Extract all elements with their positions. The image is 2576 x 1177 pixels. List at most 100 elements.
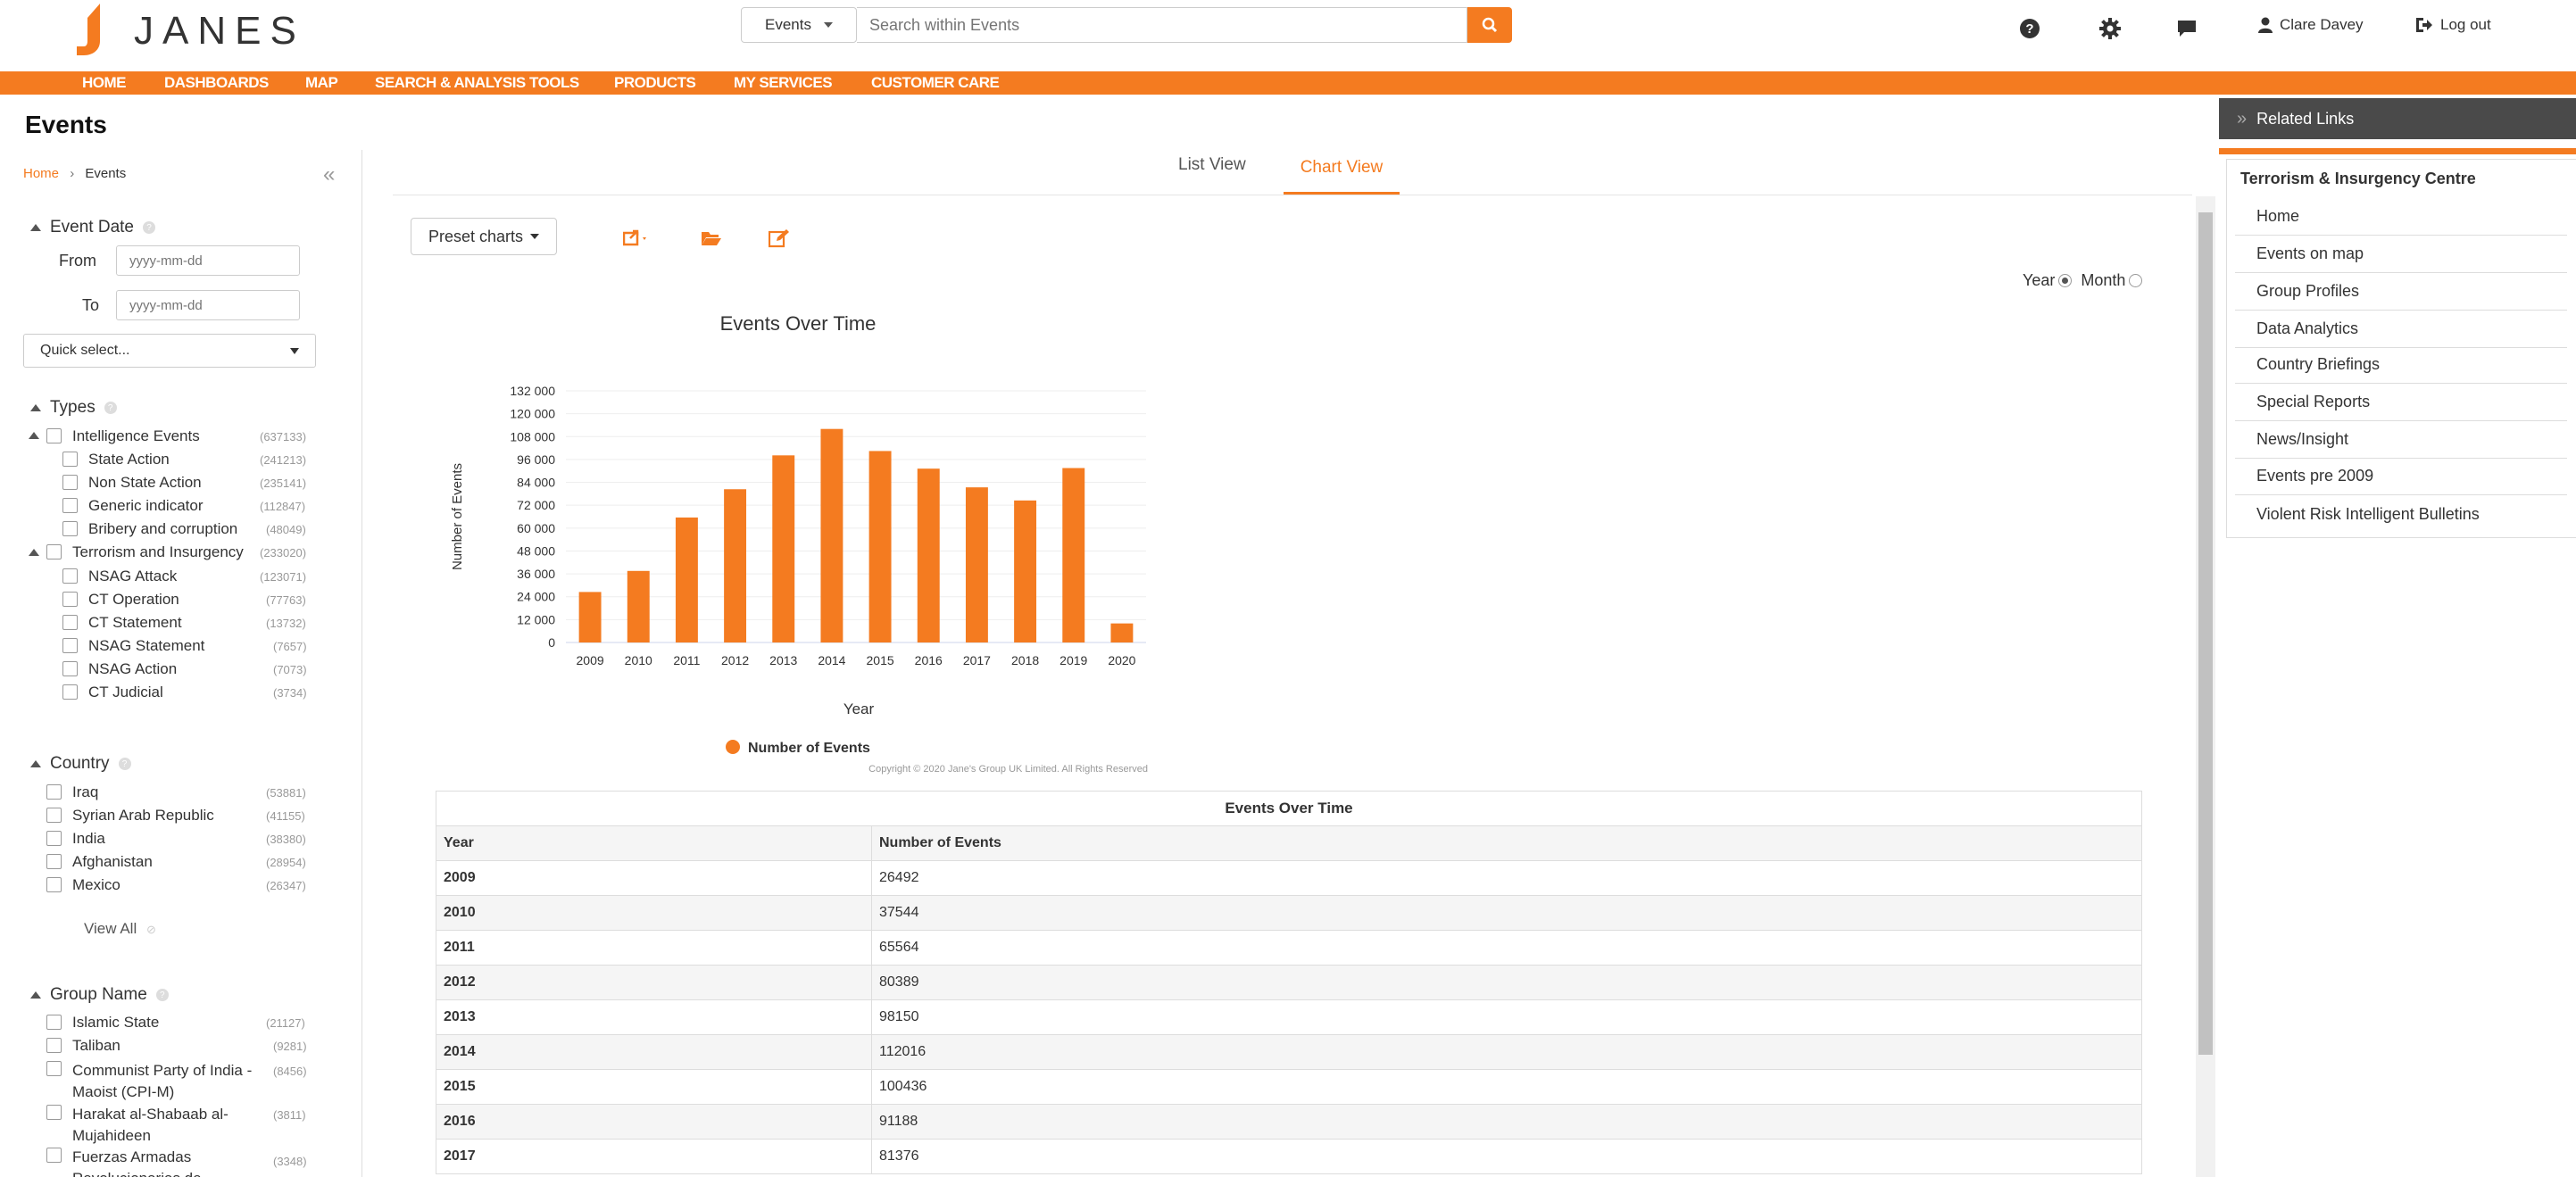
column-header-year[interactable]: Year xyxy=(436,825,872,861)
checkbox[interactable] xyxy=(46,877,62,892)
search-input[interactable] xyxy=(857,7,1467,43)
checkbox[interactable] xyxy=(46,1015,62,1030)
related-link-data-analytics[interactable]: Data Analytics xyxy=(2235,311,2567,348)
facet-country-syria[interactable]: Syrian Arab Republic xyxy=(46,807,214,825)
facet-non-state-action[interactable]: Non State Action xyxy=(62,474,202,492)
tab-list-view[interactable]: List View xyxy=(1178,155,1246,175)
checkbox[interactable] xyxy=(62,615,78,630)
related-link-news-insight[interactable]: News/Insight xyxy=(2235,421,2567,459)
checkbox[interactable] xyxy=(46,544,62,559)
chart-bar[interactable] xyxy=(675,517,698,642)
chart-bar[interactable] xyxy=(868,451,892,642)
main-scrollbar-thumb[interactable] xyxy=(2198,212,2213,1055)
chart-bar[interactable] xyxy=(917,468,940,642)
janes-logo-icon[interactable] xyxy=(75,2,114,55)
facet-group-taliban[interactable]: Taliban xyxy=(46,1037,120,1055)
chart-bar[interactable] xyxy=(627,570,650,642)
facet-group-islamic-state[interactable]: Islamic State xyxy=(46,1014,159,1032)
nav-products[interactable]: PRODUCTS xyxy=(614,74,696,92)
chart-bar[interactable] xyxy=(724,489,747,642)
checkbox[interactable] xyxy=(46,1038,62,1053)
chart-bar[interactable] xyxy=(1062,468,1085,642)
facet-nsag-attack[interactable]: NSAG Attack xyxy=(62,568,177,585)
checkbox[interactable] xyxy=(46,1061,62,1076)
checkbox[interactable] xyxy=(62,684,78,700)
tree-collapse-icon[interactable] xyxy=(29,549,39,556)
breadcrumb-home-link[interactable]: Home xyxy=(23,166,59,181)
facet-state-action[interactable]: State Action xyxy=(62,451,170,468)
checkbox[interactable] xyxy=(62,661,78,676)
checkbox[interactable] xyxy=(62,498,78,513)
search-scope-select[interactable]: Events xyxy=(741,7,857,43)
chart-bar[interactable] xyxy=(820,428,843,642)
facet-terrorism-and-insurgency[interactable]: Terrorism and Insurgency xyxy=(46,543,244,561)
from-date-input[interactable] xyxy=(116,245,300,276)
checkbox[interactable] xyxy=(62,521,78,536)
month-radio[interactable] xyxy=(2129,274,2143,287)
checkbox[interactable] xyxy=(62,638,78,653)
legend-label[interactable]: Number of Events xyxy=(748,741,870,756)
quick-select-dropdown[interactable]: Quick select... xyxy=(23,334,316,368)
settings-button[interactable] xyxy=(2096,14,2124,43)
event-date-header[interactable]: Event Date ? xyxy=(30,218,155,237)
help-button[interactable]: ? xyxy=(2015,14,2044,43)
chart-bar[interactable] xyxy=(1110,623,1134,642)
help-icon[interactable]: ? xyxy=(143,221,155,234)
related-link-group-profiles[interactable]: Group Profiles xyxy=(2235,273,2567,311)
open-folder-button[interactable] xyxy=(698,227,725,250)
nav-my-services[interactable]: MY SERVICES xyxy=(734,74,833,92)
checkbox[interactable] xyxy=(62,568,78,584)
related-link-violent-risk-bulletins[interactable]: Violent Risk Intelligent Bulletins xyxy=(2235,495,2567,533)
user-menu[interactable]: Clare Davey xyxy=(2258,16,2364,34)
facet-bribery-and-corruption[interactable]: Bribery and corruption xyxy=(62,520,237,538)
checkbox[interactable] xyxy=(46,854,62,869)
nav-dashboards[interactable]: DASHBOARDS xyxy=(164,74,269,92)
checkbox[interactable] xyxy=(46,831,62,846)
checkbox[interactable] xyxy=(46,428,62,443)
export-button[interactable] xyxy=(623,227,650,250)
facet-country-iraq[interactable]: Iraq xyxy=(46,783,98,801)
related-link-country-briefings[interactable]: Country Briefings xyxy=(2235,346,2567,384)
view-all-countries-link[interactable]: View All ⊘ xyxy=(84,920,156,938)
facet-nsag-statement[interactable]: NSAG Statement xyxy=(62,637,204,655)
facet-nsag-action[interactable]: NSAG Action xyxy=(62,660,177,678)
facet-ct-judicial[interactable]: CT Judicial xyxy=(62,684,163,701)
checkbox[interactable] xyxy=(62,592,78,607)
logout-link[interactable]: Log out xyxy=(2415,16,2491,34)
checkbox[interactable] xyxy=(46,808,62,823)
help-icon[interactable]: ? xyxy=(104,402,117,414)
help-icon[interactable]: ? xyxy=(118,758,131,770)
nav-search-analysis-tools[interactable]: SEARCH & ANALYSIS TOOLS xyxy=(375,74,579,92)
preset-charts-button[interactable]: Preset charts xyxy=(411,218,557,255)
tree-collapse-icon[interactable] xyxy=(29,432,39,439)
edit-button[interactable] xyxy=(766,227,793,250)
checkbox[interactable] xyxy=(46,1105,62,1120)
facet-group-farc[interactable]: Fuerzas Armadas Revolucionarias de xyxy=(46,1147,252,1177)
group-name-header[interactable]: Group Name ? xyxy=(30,985,169,1005)
country-header[interactable]: Country ? xyxy=(30,754,131,774)
facet-intelligence-events[interactable]: Intelligence Events xyxy=(46,427,200,445)
legend-marker[interactable] xyxy=(726,740,740,754)
column-header-events[interactable]: Number of Events xyxy=(871,825,2142,861)
facet-ct-statement[interactable]: CT Statement xyxy=(62,614,182,632)
facet-group-al-shabaab[interactable]: Harakat al-Shabaab al-Mujahideen xyxy=(46,1104,252,1147)
related-link-events-on-map[interactable]: Events on map xyxy=(2235,236,2567,273)
nav-map[interactable]: MAP xyxy=(305,74,338,92)
messages-button[interactable] xyxy=(2173,14,2201,43)
tab-chart-view[interactable]: Chart View xyxy=(1284,143,1400,195)
year-radio[interactable] xyxy=(2058,274,2073,287)
nav-home[interactable]: HOME xyxy=(82,74,127,92)
facet-country-afghanistan[interactable]: Afghanistan xyxy=(46,853,153,871)
nav-customer-care[interactable]: CUSTOMER CARE xyxy=(871,74,1000,92)
chart-bar[interactable] xyxy=(772,455,795,642)
related-link-events-pre-2009[interactable]: Events pre 2009 xyxy=(2235,458,2567,495)
related-link-home[interactable]: Home xyxy=(2235,198,2567,236)
checkbox[interactable] xyxy=(62,475,78,490)
checkbox[interactable] xyxy=(62,452,78,467)
janes-logo-text[interactable]: JANES xyxy=(134,9,305,54)
types-header[interactable]: Types ? xyxy=(30,398,117,418)
checkbox[interactable] xyxy=(46,1148,62,1163)
chart-bar[interactable] xyxy=(965,487,988,642)
facet-generic-indicator[interactable]: Generic indicator xyxy=(62,497,204,515)
to-date-input[interactable] xyxy=(116,290,300,320)
